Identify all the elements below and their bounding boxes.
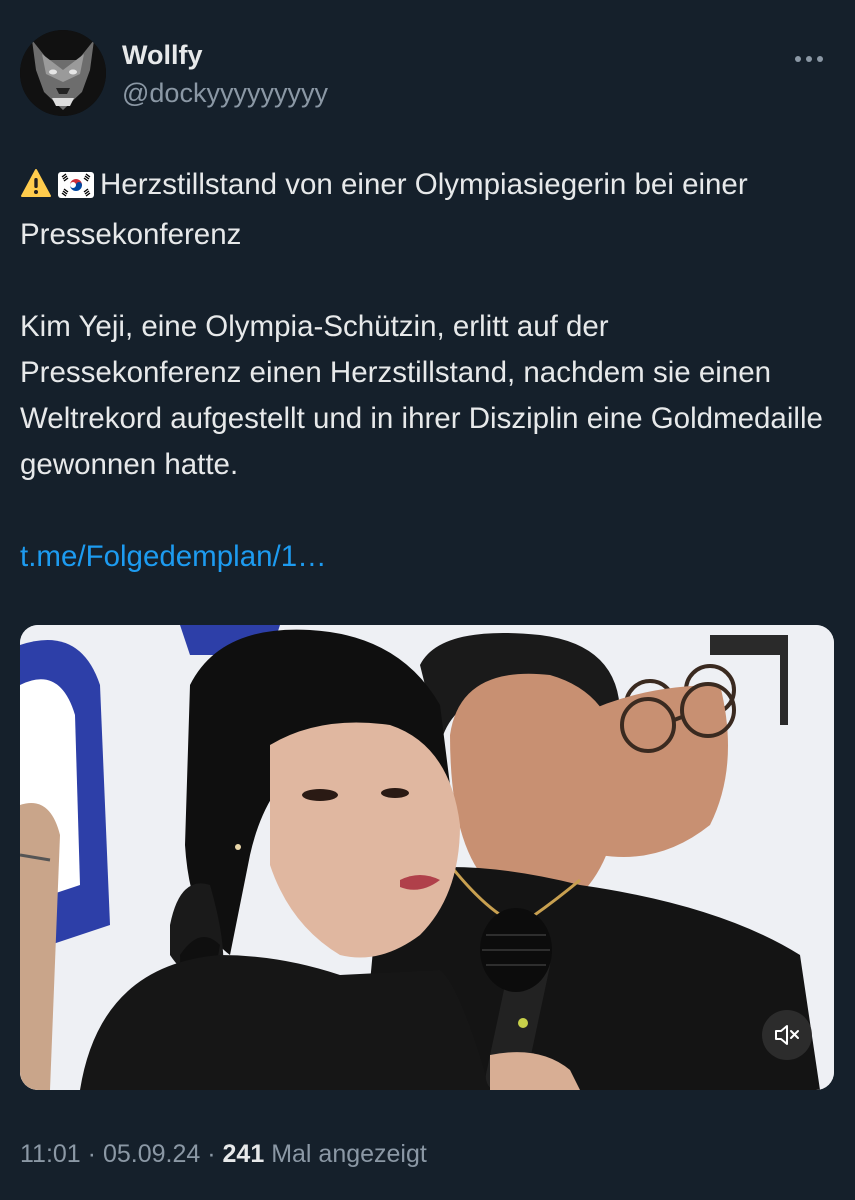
meta-separator: · [87, 1140, 96, 1168]
avatar[interactable] [20, 30, 106, 116]
tweet-headline-paragraph: Herzstillstand von einer Olympiasiegerin… [20, 162, 830, 258]
tweet-link[interactable]: t.me/Folgedemplan/1… [20, 540, 327, 573]
author-display-name[interactable]: Wollfy [122, 40, 203, 71]
tweet-headline: Herzstillstand von einer Olympiasiegerin… [20, 168, 748, 251]
tweet-time[interactable]: 11:01 [20, 1140, 81, 1168]
south-korea-flag-icon [58, 166, 94, 212]
meta-separator-2: · [207, 1140, 216, 1168]
speaker-muted-icon [775, 1025, 799, 1045]
warning-icon [20, 166, 52, 212]
tweet-date[interactable]: 05.09.24 [103, 1140, 200, 1168]
video-frame [20, 625, 834, 1090]
more-dots-icon [795, 56, 823, 62]
mute-toggle-button[interactable] [762, 1010, 812, 1060]
views-label: Mal angezeigt [271, 1140, 427, 1168]
video-player[interactable] [20, 625, 834, 1090]
tweet-meta: 11:01 · 05.09.24 · 241 Mal angezeigt [20, 1140, 427, 1169]
author-handle[interactable]: @dockyyyyyyyyy [122, 78, 328, 109]
tweet-body: Kim Yeji, eine Olympia-Schützin, erlitt … [20, 310, 823, 481]
views-count: 241 [222, 1140, 265, 1168]
tweet-text: Herzstillstand von einer Olympiasiegerin… [20, 162, 830, 580]
more-options-button[interactable] [789, 44, 829, 74]
wolf-avatar-icon [20, 30, 106, 116]
